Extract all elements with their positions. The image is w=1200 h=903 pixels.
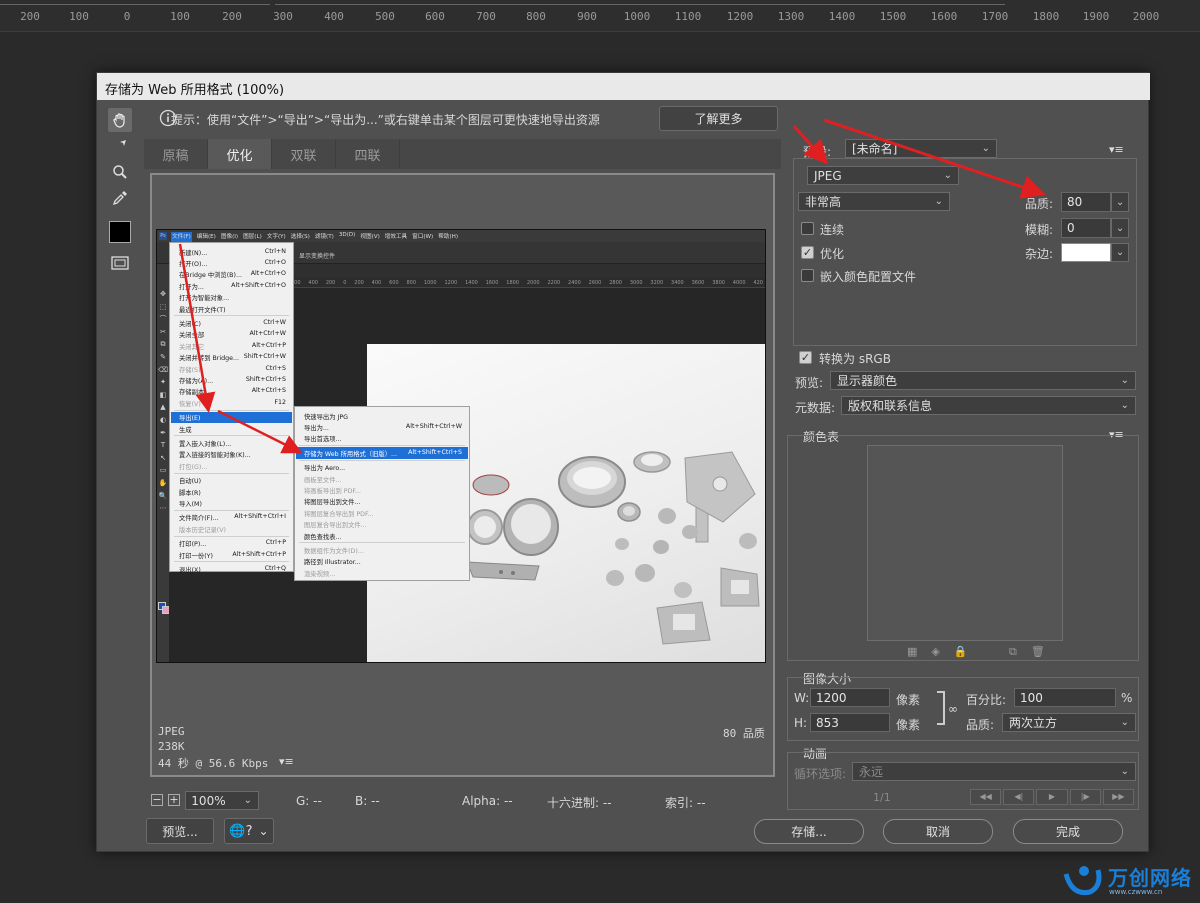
brand-logo-icon — [1063, 866, 1102, 896]
arrow-to-quality — [823, 118, 1046, 199]
watermark: 万创网络 www.czwww.cn — [1062, 858, 1198, 902]
brand-url: www.czwww.cn — [1109, 888, 1163, 896]
arrow-to-format — [792, 125, 828, 165]
annotation-arrows — [178, 118, 1046, 454]
arrow-file-to-export — [178, 243, 216, 413]
brand-name: 万创网络 — [1108, 866, 1192, 890]
arrow-export-to-save-for-web — [217, 409, 303, 454]
